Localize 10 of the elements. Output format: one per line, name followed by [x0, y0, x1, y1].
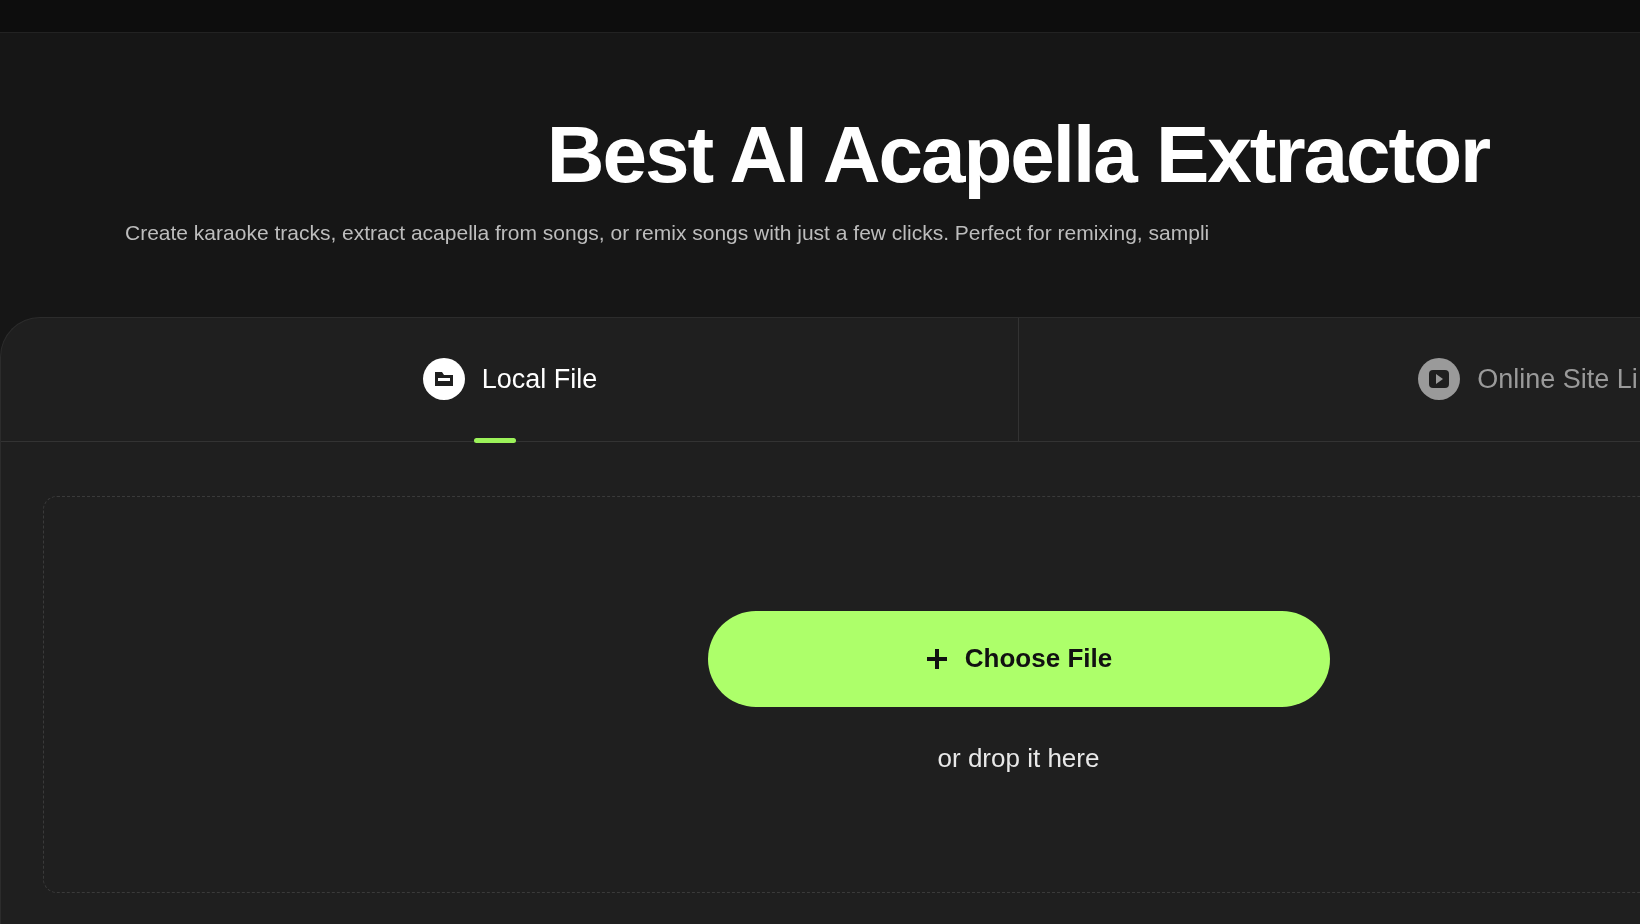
active-tab-indicator: [473, 437, 516, 443]
play-icon: [1417, 357, 1462, 401]
drop-hint: or drop it here: [937, 741, 1100, 775]
drop-zone[interactable]: Choose File or drop it here: [43, 495, 1640, 893]
plus-icon: [924, 646, 949, 671]
tab[interactable]: Local File: [421, 317, 598, 441]
page-subtitle: Create karaoke tracks, extract acapella from songs, or remix songs with just a few clicks. Perfect for remixing, sampli: [125, 220, 1210, 246]
tab[interactable]: Online Site Li: [1417, 317, 1638, 441]
choose-file-button[interactable]: Choose File: [707, 610, 1330, 707]
folder-icon: [421, 357, 466, 401]
